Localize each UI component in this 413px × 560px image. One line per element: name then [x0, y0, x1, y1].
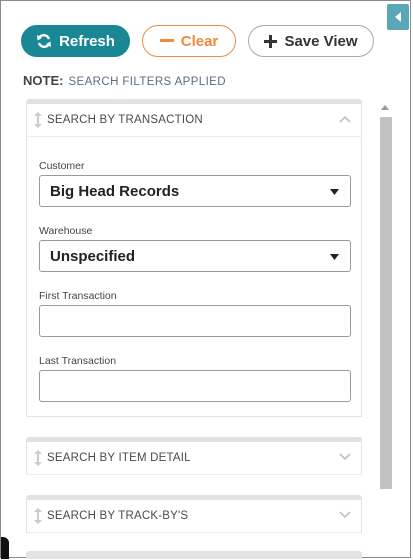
collapse-pane-button[interactable]: [387, 4, 409, 30]
scrollbar[interactable]: [376, 101, 394, 559]
customer-select[interactable]: Big Head Records: [39, 175, 351, 207]
note-label: NOTE:: [23, 73, 64, 88]
clear-label: Clear: [180, 32, 219, 50]
window-corner: [1, 537, 9, 559]
panel-header-transaction[interactable]: SEARCH BY TRANSACTION: [27, 104, 361, 137]
scrollbar-thumb[interactable]: [380, 117, 392, 489]
scroll-up-arrow-icon[interactable]: [381, 105, 389, 110]
first-transaction-input[interactable]: [39, 305, 351, 337]
customer-label: Customer: [39, 160, 85, 172]
chevron-up-icon[interactable]: [339, 115, 351, 123]
customer-value: Big Head Records: [50, 182, 180, 200]
save-view-button[interactable]: Save View: [248, 25, 374, 57]
panel-title: SEARCH BY TRANSACTION: [47, 114, 203, 126]
minus-icon: [159, 39, 174, 42]
chevron-down-icon[interactable]: [339, 453, 351, 461]
note-text: SEARCH FILTERS APPLIED: [68, 76, 226, 88]
refresh-button[interactable]: Refresh: [21, 25, 130, 57]
caret-down-icon: [330, 254, 339, 260]
panel-header-track-bys[interactable]: SEARCH BY TRACK-BY'S: [27, 500, 361, 533]
caret-down-icon: [330, 189, 339, 195]
filter-panels: SEARCH BY TRANSACTION Customer Big Head …: [26, 99, 364, 559]
warehouse-select[interactable]: Unspecified: [39, 240, 351, 272]
panel-search-by-track-bys: SEARCH BY TRACK-BY'S: [26, 495, 362, 533]
drag-handle-icon[interactable]: [34, 450, 42, 466]
panel-search-by-transaction: SEARCH BY TRANSACTION Customer Big Head …: [26, 99, 362, 417]
caret-left-icon: [395, 12, 401, 22]
toolbar: Refresh Clear Save View: [21, 25, 374, 57]
panel-header-item-detail[interactable]: SEARCH BY ITEM DETAIL: [27, 442, 361, 475]
warehouse-label: Warehouse: [39, 225, 93, 237]
panel-title: SEARCH BY ITEM DETAIL: [47, 452, 191, 464]
first-transaction-label: First Transaction: [39, 290, 117, 302]
panel-title: SEARCH BY TRACK-BY'S: [47, 510, 189, 522]
panel-next-edge: [26, 551, 362, 559]
search-filter-pane: Refresh Clear Save View NOTE: SEARCH FIL…: [0, 0, 411, 559]
filters-note: NOTE: SEARCH FILTERS APPLIED: [23, 73, 226, 88]
save-view-label: Save View: [284, 32, 358, 50]
last-transaction-label: Last Transaction: [39, 355, 117, 367]
clear-button[interactable]: Clear: [142, 25, 236, 57]
drag-handle-icon[interactable]: [34, 112, 42, 128]
chevron-down-icon[interactable]: [339, 511, 351, 519]
refresh-label: Refresh: [59, 32, 115, 50]
refresh-icon: [37, 34, 52, 48]
plus-icon: [264, 34, 278, 48]
panel-search-by-item-detail: SEARCH BY ITEM DETAIL: [26, 437, 362, 475]
drag-handle-icon[interactable]: [34, 508, 42, 524]
last-transaction-input[interactable]: [39, 370, 351, 402]
warehouse-value: Unspecified: [50, 247, 136, 265]
